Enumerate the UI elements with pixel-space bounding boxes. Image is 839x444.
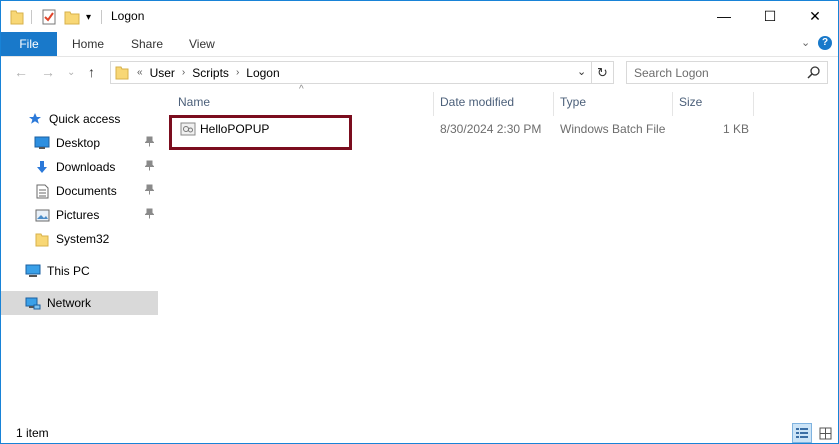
title-bar: ▾ Logon — ☐ ✕	[1, 1, 838, 32]
breadcrumb-user[interactable]: User	[150, 66, 175, 80]
column-header-date[interactable]: Date modified	[440, 90, 514, 114]
address-bar[interactable]: « User › Scripts › Logon ⌄ ↻	[110, 61, 614, 84]
close-button[interactable]: ✕	[792, 1, 838, 31]
tab-share[interactable]: Share	[131, 32, 163, 56]
details-view-icon[interactable]	[792, 423, 812, 443]
search-placeholder: Search Logon	[634, 66, 709, 80]
up-arrow-icon[interactable]: ↑	[88, 64, 95, 80]
help-icon[interactable]: ?	[818, 36, 832, 50]
pictures-icon	[34, 207, 50, 223]
column-header-size[interactable]: Size	[679, 90, 702, 114]
nav-item-system32[interactable]: System32	[1, 227, 158, 251]
expand-ribbon-icon[interactable]: ⌄	[801, 36, 810, 49]
file-list: ^ Name Date modified Type Size HelloPOPU…	[161, 84, 838, 418]
nav-item-documents[interactable]: Documents	[1, 179, 158, 203]
sort-ascending-icon: ^	[299, 84, 304, 95]
column-divider[interactable]	[433, 92, 434, 116]
column-divider[interactable]	[753, 92, 754, 116]
tab-view[interactable]: View	[189, 32, 215, 56]
column-header-type[interactable]: Type	[560, 90, 586, 114]
breadcrumb-separator[interactable]: ›	[236, 67, 239, 78]
address-dropdown-icon[interactable]: ⌄	[577, 65, 586, 78]
download-icon	[34, 159, 50, 175]
nav-item-label: Pictures	[56, 208, 100, 222]
folder-icon	[34, 231, 50, 247]
nav-quick-access-label: Quick access	[49, 112, 121, 126]
search-input[interactable]: Search Logon	[626, 61, 828, 84]
nav-item-label: System32	[56, 232, 110, 246]
window-title: Logon	[111, 9, 145, 23]
pin-icon[interactable]	[144, 136, 155, 150]
nav-quick-access[interactable]: Quick access	[1, 107, 158, 131]
divider	[101, 10, 102, 24]
nav-item-downloads[interactable]: Downloads	[1, 155, 158, 179]
refresh-icon[interactable]: ↻	[591, 62, 613, 83]
nav-item-pictures[interactable]: Pictures	[1, 203, 158, 227]
customize-toolbar-icon[interactable]: ▾	[86, 8, 91, 26]
file-date: 8/30/2024 2:30 PM	[440, 122, 542, 136]
column-divider[interactable]	[672, 92, 673, 116]
item-count: 1 item	[16, 426, 49, 440]
file-size: 1 KB	[723, 122, 750, 136]
pin-icon[interactable]	[144, 184, 155, 198]
tab-file[interactable]: File	[1, 32, 57, 56]
explorer-window: ▾ Logon — ☐ ✕ File Home Share View ⌄ ? ←…	[0, 0, 839, 444]
folder-icon	[115, 65, 129, 80]
back-arrow-icon[interactable]: ←	[14, 64, 28, 80]
status-bar: 1 item	[1, 421, 838, 443]
breadcrumb-overflow[interactable]: «	[137, 67, 143, 78]
navigation-pane: Quick access Desktop Downloads Documents…	[1, 91, 159, 421]
search-icon	[807, 65, 821, 82]
nav-item-label: Documents	[56, 184, 117, 198]
network-icon	[25, 295, 41, 311]
folder-icon	[10, 8, 24, 26]
pin-icon[interactable]	[144, 208, 155, 222]
nav-network-label: Network	[47, 296, 92, 310]
column-divider[interactable]	[553, 92, 554, 116]
tab-home[interactable]: Home	[72, 32, 104, 56]
column-header-name[interactable]: Name	[178, 90, 210, 114]
forward-arrow-icon[interactable]: →	[41, 64, 55, 80]
breadcrumb-scripts[interactable]: Scripts	[192, 66, 229, 80]
large-icons-view-icon[interactable]	[815, 423, 835, 443]
ribbon: File Home Share View ⌄ ?	[1, 32, 838, 57]
breadcrumb-separator[interactable]: ›	[182, 67, 185, 78]
nav-this-pc[interactable]: This PC	[1, 259, 158, 283]
nav-item-label: Downloads	[56, 160, 116, 174]
new-folder-icon[interactable]	[64, 8, 80, 26]
file-type: Windows Batch File	[560, 122, 666, 136]
address-row: ← → ⌄ ↑ « User › Scripts › Logon ⌄ ↻ Sea…	[1, 58, 838, 88]
documents-icon	[34, 183, 50, 199]
breadcrumb-logon[interactable]: Logon	[246, 66, 279, 80]
nav-network[interactable]: Network	[1, 291, 158, 315]
properties-icon[interactable]	[41, 8, 57, 26]
minimize-button[interactable]: —	[701, 1, 747, 31]
star-icon	[27, 111, 43, 127]
recent-locations-icon[interactable]: ⌄	[67, 67, 75, 78]
pin-icon[interactable]	[144, 160, 155, 174]
maximize-button[interactable]: ☐	[747, 1, 793, 31]
nav-item-label: Desktop	[56, 136, 101, 150]
nav-this-pc-label: This PC	[47, 264, 90, 278]
nav-item-desktop[interactable]: Desktop	[1, 131, 158, 155]
highlight-box	[169, 115, 352, 150]
divider	[31, 10, 32, 24]
computer-icon	[25, 263, 41, 279]
desktop-icon	[34, 135, 50, 151]
